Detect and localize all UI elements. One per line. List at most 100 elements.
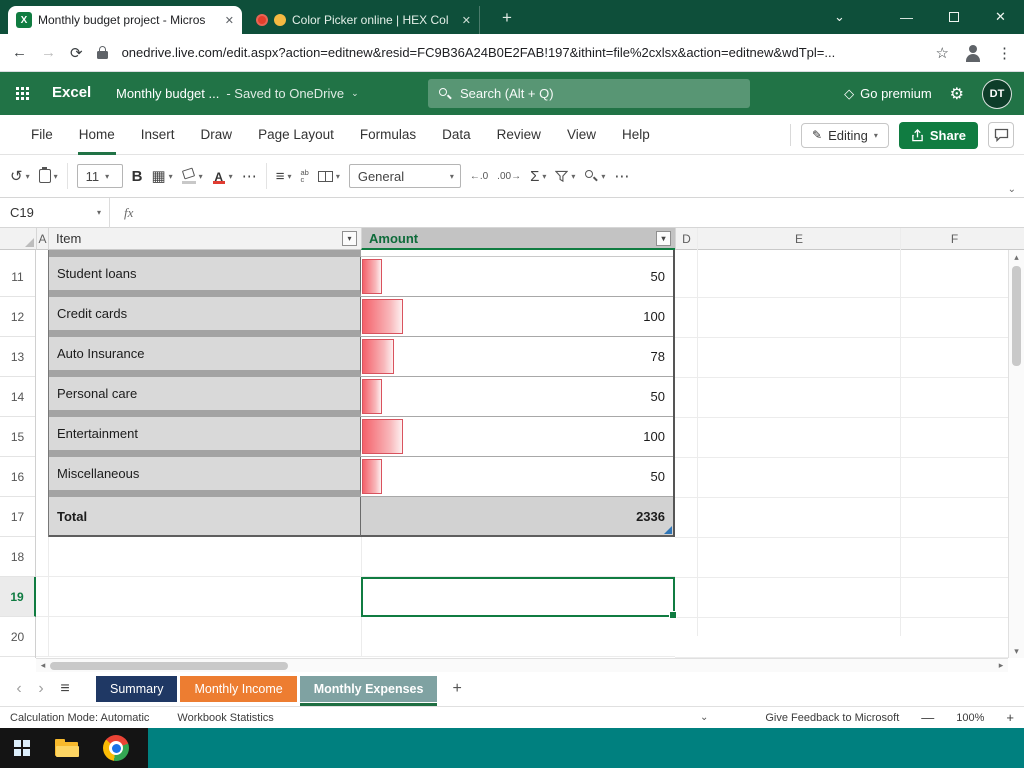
- app-name[interactable]: Excel: [52, 84, 91, 101]
- cell-amount-12[interactable]: 100: [361, 297, 673, 337]
- tab-close-icon[interactable]: ✕: [462, 14, 471, 27]
- new-tab-button[interactable]: +: [496, 7, 518, 29]
- decrease-decimal-button[interactable]: .00→: [497, 171, 521, 182]
- browser-tab-colorpicker[interactable]: Color Picker online | HEX Col ✕: [248, 6, 480, 34]
- zoom-level[interactable]: 100%: [956, 712, 984, 724]
- row-header-12[interactable]: 12: [0, 297, 35, 337]
- start-button-icon[interactable]: [14, 739, 31, 757]
- workbook-statistics[interactable]: Workbook Statistics: [177, 712, 273, 724]
- comments-button[interactable]: [988, 122, 1014, 148]
- close-button[interactable]: ✕: [977, 0, 1024, 34]
- merge-cells-button[interactable]: ▾: [317, 170, 340, 182]
- sheet-next-icon[interactable]: ›: [30, 680, 52, 698]
- chrome-icon[interactable]: [103, 735, 129, 761]
- row-header-17[interactable]: 17: [0, 497, 35, 537]
- account-avatar[interactable]: DT: [982, 78, 1012, 109]
- maximize-button[interactable]: [930, 0, 977, 34]
- filter-button-amount[interactable]: ▾: [656, 230, 671, 246]
- row-header-18[interactable]: 18: [0, 537, 35, 577]
- horizontal-scroll-thumb[interactable]: [50, 662, 288, 670]
- vertical-scrollbar[interactable]: ▴ ▾: [1008, 250, 1024, 658]
- cell-item-15[interactable]: Entertainment: [49, 417, 361, 457]
- name-box[interactable]: C19 ▾: [0, 197, 110, 228]
- saved-status[interactable]: - Saved to OneDrive: [226, 86, 344, 101]
- column-header-e[interactable]: E: [697, 228, 900, 250]
- cell-item-13[interactable]: Auto Insurance: [49, 337, 361, 377]
- forward-icon[interactable]: →: [41, 44, 56, 61]
- document-title[interactable]: Monthly budget ...: [116, 86, 219, 101]
- selected-cell-c19[interactable]: [361, 577, 677, 619]
- calculation-mode[interactable]: Calculation Mode: Automatic: [10, 712, 149, 724]
- give-feedback-link[interactable]: Give Feedback to Microsoft: [765, 712, 899, 724]
- back-icon[interactable]: ←: [12, 44, 27, 61]
- all-sheets-menu-icon[interactable]: ≡: [52, 680, 78, 698]
- search-box[interactable]: Search (Alt + Q): [428, 79, 750, 108]
- browser-profile-icon[interactable]: [963, 43, 983, 63]
- share-button[interactable]: Share: [898, 121, 978, 149]
- lock-icon[interactable]: [96, 46, 108, 59]
- scroll-right-icon[interactable]: ▸: [994, 659, 1008, 672]
- cell-amount-11[interactable]: 50: [361, 257, 673, 297]
- formula-input[interactable]: [147, 198, 1024, 228]
- bold-button[interactable]: B: [132, 168, 143, 185]
- vertical-scroll-thumb[interactable]: [1012, 266, 1021, 366]
- chevron-down-icon[interactable]: ⌄: [351, 88, 359, 99]
- sheet-tab-monthly-expenses[interactable]: Monthly Expenses: [299, 676, 438, 706]
- row-header-13[interactable]: 13: [0, 337, 35, 377]
- more-font-options[interactable]: ⋯: [242, 167, 257, 185]
- autosum-button[interactable]: Σ ▾: [530, 168, 546, 185]
- ribbon-tab-insert[interactable]: Insert: [128, 115, 188, 155]
- scroll-left-icon[interactable]: ◂: [36, 659, 50, 672]
- sort-filter-button[interactable]: ▾: [555, 170, 575, 183]
- cell-amount-15[interactable]: 100: [361, 417, 673, 457]
- sheet-tab-summary[interactable]: Summary: [96, 676, 178, 702]
- column-header-d[interactable]: D: [675, 228, 697, 250]
- ribbon-tab-formulas[interactable]: Formulas: [347, 115, 429, 155]
- cell-amount-14[interactable]: 50: [361, 377, 673, 417]
- undo-button[interactable]: ↺ ▾: [10, 167, 30, 185]
- cell-total-label[interactable]: Total: [49, 497, 361, 537]
- column-header-item[interactable]: Item ▾: [48, 228, 361, 250]
- add-sheet-button[interactable]: +: [452, 680, 461, 698]
- column-header-f[interactable]: F: [900, 228, 1008, 250]
- file-explorer-icon[interactable]: [55, 738, 79, 758]
- cell-item-11[interactable]: Student loans: [49, 257, 361, 297]
- settings-gear-icon[interactable]: ⚙: [950, 84, 964, 104]
- horizontal-scrollbar[interactable]: ◂ ▸: [36, 658, 1008, 672]
- column-header-amount[interactable]: Amount ▾: [361, 228, 675, 250]
- column-header-a[interactable]: A: [36, 228, 48, 250]
- select-all-corner[interactable]: [0, 228, 36, 250]
- row-header-15[interactable]: 15: [0, 417, 35, 457]
- ribbon-tab-help[interactable]: Help: [609, 115, 663, 155]
- zoom-out-button[interactable]: —: [921, 710, 934, 725]
- row-header-14[interactable]: 14: [0, 377, 35, 417]
- reload-icon[interactable]: ⟳: [70, 44, 83, 62]
- ribbon-collapse-chevron[interactable]: ⌄: [1008, 184, 1016, 195]
- cell-item-16[interactable]: Miscellaneous: [49, 457, 361, 497]
- cell-item-12[interactable]: Credit cards: [49, 297, 361, 337]
- bookmark-star-icon[interactable]: ☆: [936, 44, 949, 62]
- scroll-up-icon[interactable]: ▴: [1009, 250, 1024, 264]
- borders-button[interactable]: ▦ ▾: [151, 167, 172, 185]
- ribbon-tab-view[interactable]: View: [554, 115, 609, 155]
- font-size-dropdown[interactable]: 11 ▾: [76, 164, 123, 188]
- number-format-dropdown[interactable]: General ▾: [348, 164, 461, 188]
- tab-search-chevron-icon[interactable]: ⌄: [816, 0, 863, 34]
- row-header-16[interactable]: 16: [0, 457, 35, 497]
- status-chevron-icon[interactable]: ⌄: [700, 712, 708, 723]
- cell-amount-16[interactable]: 50: [361, 457, 673, 497]
- find-button[interactable]: ▾: [584, 169, 605, 183]
- ribbon-tab-data[interactable]: Data: [429, 115, 484, 155]
- fx-icon[interactable]: fx: [124, 205, 133, 221]
- increase-decimal-button[interactable]: ←.0: [470, 171, 488, 182]
- url-field[interactable]: onedrive.live.com/edit.aspx?action=editn…: [122, 45, 922, 60]
- row-header-19-selected[interactable]: 19: [0, 577, 36, 617]
- ribbon-tab-home[interactable]: Home: [66, 115, 128, 155]
- app-launcher-icon[interactable]: [16, 87, 19, 90]
- table-resize-handle[interactable]: [664, 526, 672, 534]
- paste-button[interactable]: ▾: [38, 167, 58, 183]
- cell-item-14[interactable]: Personal care: [49, 377, 361, 417]
- cell-amount-13[interactable]: 78: [361, 337, 673, 377]
- wrap-text-button[interactable]: ab c: [300, 169, 308, 184]
- ribbon-tab-draw[interactable]: Draw: [188, 115, 246, 155]
